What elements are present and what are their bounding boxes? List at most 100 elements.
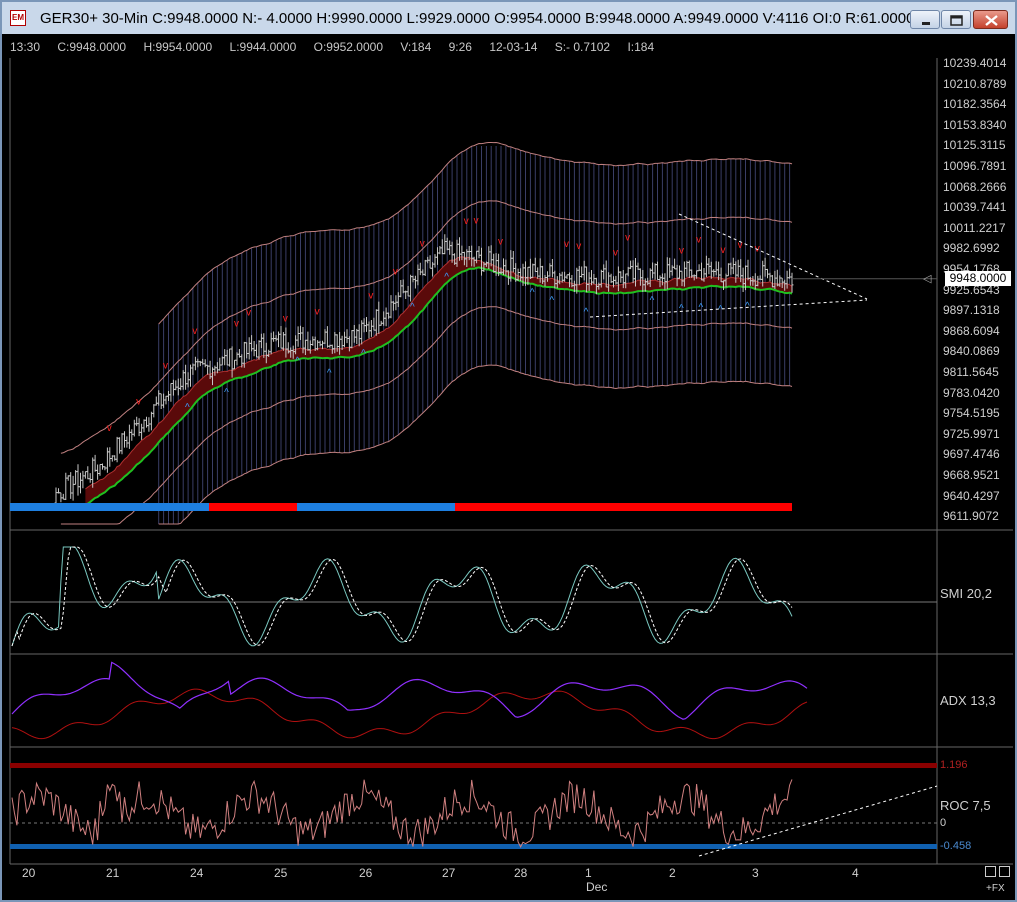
price-candle <box>416 264 420 286</box>
sell-signal-arrow: v <box>696 235 701 246</box>
date-axis[interactable]: 20 21 24 25 26 27 28 1 2 3 4 Dec <box>2 864 937 900</box>
price-candle <box>274 335 278 342</box>
fx-toggle[interactable]: +FX <box>986 883 1005 894</box>
price-axis-tick: 9754.5195 <box>943 406 1000 421</box>
maximize-button[interactable] <box>941 10 971 29</box>
price-axis-tick: 10068.2666 <box>943 179 1007 194</box>
close-button[interactable] <box>973 10 1008 29</box>
price-candle <box>736 259 740 278</box>
price-candle <box>536 267 540 279</box>
price-axis-tick: 9640.4297 <box>943 488 1000 503</box>
price-candle <box>401 279 405 294</box>
price-candle <box>115 436 119 463</box>
adx-line <box>11 661 808 720</box>
sell-signal-arrow: v <box>474 215 479 226</box>
date-axis-tick: 25 <box>274 866 288 880</box>
price-axis-tick: 10239.4014 <box>943 56 1007 70</box>
sell-signal-arrow: v <box>721 245 726 256</box>
price-candle <box>369 320 373 337</box>
price-axis-tick: 10039.7441 <box>943 200 1007 215</box>
price-candle <box>399 280 403 298</box>
date-axis-tick: 26 <box>359 866 373 880</box>
price-candle <box>318 340 322 347</box>
window-title: GER30+ 30-Min C:9948.0000 N:- 4.0000 H:9… <box>40 10 915 27</box>
sell-signal-arrow: v <box>192 326 197 337</box>
minimize-button[interactable] <box>910 10 940 29</box>
price-candle <box>590 270 593 286</box>
price-candle <box>149 411 153 431</box>
smi-signal-line <box>11 546 793 647</box>
buy-signal-arrow: ^ <box>327 368 332 379</box>
layout-toggle[interactable] <box>985 866 1013 880</box>
sell-signal-arrow: v <box>283 313 288 324</box>
sell-signal-arrow: v <box>613 247 618 258</box>
price-chart-svg[interactable]: vvvvvvvvvvvv vv v vvvvvv v v^^^^^^^^^^^^ ^ ^ ^ <box>2 34 1015 900</box>
sell-signal-arrow: v <box>679 245 684 256</box>
price-axis-tick: 9897.1318 <box>943 303 1000 318</box>
price-candle <box>582 260 586 281</box>
sell-signal-arrow: v <box>315 307 320 318</box>
price-candle <box>325 326 329 348</box>
price-candle <box>374 309 378 336</box>
price-axis[interactable]: 10239.4014 10210.8789 10182.3564 10153.8340… <box>937 56 1015 528</box>
price-candle <box>489 245 493 267</box>
price-candle <box>656 261 659 280</box>
price-candle <box>531 263 535 278</box>
price-candle <box>245 342 249 359</box>
price-axis-tick: 10096.7891 <box>943 159 1007 173</box>
price-candle <box>445 237 449 251</box>
close-icon <box>985 15 998 26</box>
price-candle <box>533 257 537 272</box>
price-candle <box>74 470 78 485</box>
title-bar[interactable]: EM GER30+ 30-Min C:9948.0000 N:- 4.0000 … <box>2 2 1015 35</box>
price-candle <box>360 320 364 345</box>
price-candle <box>184 364 188 390</box>
price-candle <box>86 466 90 480</box>
minimize-icon <box>922 22 930 25</box>
price-candle <box>604 260 608 288</box>
price-candle <box>440 239 444 255</box>
envelope-lower-outer <box>158 364 793 525</box>
buy-signal-arrow: ^ <box>679 304 684 315</box>
price-candle <box>384 307 388 327</box>
sell-signal-arrow: v <box>498 237 503 248</box>
date-axis-tick: 1 <box>585 866 592 880</box>
roc-upper-value: 1.196 <box>940 759 968 771</box>
layout-box-icon[interactable] <box>985 866 996 877</box>
date-axis-tick: 4 <box>852 866 859 880</box>
buy-signal-arrow: ^ <box>295 356 300 367</box>
regime-bar-segment <box>10 503 209 511</box>
price-candle <box>169 383 173 402</box>
price-candle <box>167 391 170 401</box>
current-price-tag: 9948.0000 <box>945 271 1011 286</box>
price-candle <box>678 265 681 279</box>
price-candle <box>157 390 161 406</box>
price-candle <box>323 329 327 344</box>
price-axis-tick: 10125.3115 <box>943 138 1006 153</box>
app-chart-icon[interactable]: EM <box>10 10 26 26</box>
price-candle <box>71 475 75 501</box>
price-candle <box>409 274 413 302</box>
price-candle <box>343 331 346 347</box>
price-candle <box>438 246 442 255</box>
price-candle <box>105 447 109 473</box>
price-candle <box>159 393 163 409</box>
price-candle <box>443 234 447 255</box>
price-candle <box>142 419 146 433</box>
month-label: Dec <box>586 880 608 894</box>
date-axis-tick: 20 <box>22 866 36 880</box>
date-axis-tick: 24 <box>190 866 204 880</box>
price-candle <box>132 419 136 437</box>
price-candle <box>763 257 767 277</box>
price-candle <box>528 258 532 279</box>
price-candle <box>262 333 266 358</box>
buy-signal-arrow: ^ <box>549 296 554 307</box>
price-candle <box>766 268 769 279</box>
price-candle <box>668 257 672 278</box>
price-candle <box>203 359 207 368</box>
roc-zero-value: 0 <box>940 817 947 829</box>
layout-box-icon[interactable] <box>999 866 1010 877</box>
price-candle <box>685 260 689 277</box>
price-candle <box>196 358 200 368</box>
price-candle <box>345 329 349 344</box>
